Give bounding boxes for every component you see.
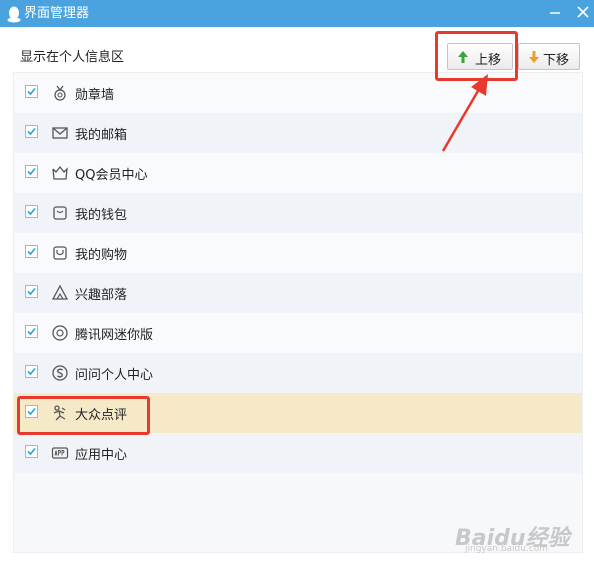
item-checkbox[interactable]: [25, 85, 38, 98]
list-item-app-center[interactable]: 应用中心: [14, 433, 582, 473]
item-checkbox[interactable]: [25, 125, 38, 138]
qq-penguin-icon: [7, 6, 21, 23]
item-checkbox[interactable]: [25, 365, 38, 378]
close-icon[interactable]: [575, 4, 591, 20]
item-label: 勋章墙: [75, 88, 115, 103]
list-item-my-shopping[interactable]: 我的购物: [14, 233, 582, 273]
section-title: 显示在个人信息区: [20, 50, 125, 65]
highlight-selected-item: [17, 396, 150, 435]
item-checkbox[interactable]: [25, 245, 38, 258]
wallet-icon: [53, 206, 67, 220]
crown-icon: [52, 165, 68, 180]
item-label: 我的钱包: [75, 208, 128, 223]
shopping-bag-icon: [53, 246, 67, 260]
move-down-button[interactable]: 下移: [518, 43, 580, 70]
window-title: 界面管理器: [24, 6, 90, 21]
item-label: 我的邮箱: [75, 128, 128, 143]
mail-icon: [52, 127, 68, 139]
item-checkbox[interactable]: [25, 325, 38, 338]
globe-icon: [52, 325, 68, 341]
tent-icon: [51, 284, 69, 300]
item-label: 应用中心: [75, 448, 128, 463]
item-label: 腾讯网迷你版: [75, 328, 154, 343]
list-item-wenwen-center[interactable]: 问问个人中心: [14, 353, 582, 393]
list-item-interest-tribe[interactable]: 兴趣部落: [14, 273, 582, 313]
list-item-my-wallet[interactable]: 我的钱包: [14, 193, 582, 233]
item-checkbox[interactable]: [25, 445, 38, 458]
watermark-url: jingyan.baidu.com: [465, 544, 549, 554]
item-label: QQ会员中心: [75, 168, 148, 183]
item-label: 兴趣部落: [75, 288, 128, 303]
item-checkbox[interactable]: [25, 165, 38, 178]
item-checkbox[interactable]: [25, 285, 38, 298]
arrow-down-icon: [529, 51, 539, 63]
list-item-tencent-mini[interactable]: 腾讯网迷你版: [14, 313, 582, 353]
s-circle-icon: [52, 365, 68, 381]
minimize-icon[interactable]: [547, 4, 563, 20]
medal-icon: [54, 85, 66, 101]
item-checkbox[interactable]: [25, 205, 38, 218]
baidu-watermark: Baidu经验 jingyan.baidu.com: [455, 520, 587, 560]
item-label: 问问个人中心: [75, 368, 154, 383]
annotation-arrow: [441, 74, 488, 152]
app-icon: [51, 447, 69, 459]
title-bar: 界面管理器: [0, 0, 594, 27]
move-down-label: 下移: [543, 52, 570, 67]
item-label: 我的购物: [75, 248, 128, 263]
